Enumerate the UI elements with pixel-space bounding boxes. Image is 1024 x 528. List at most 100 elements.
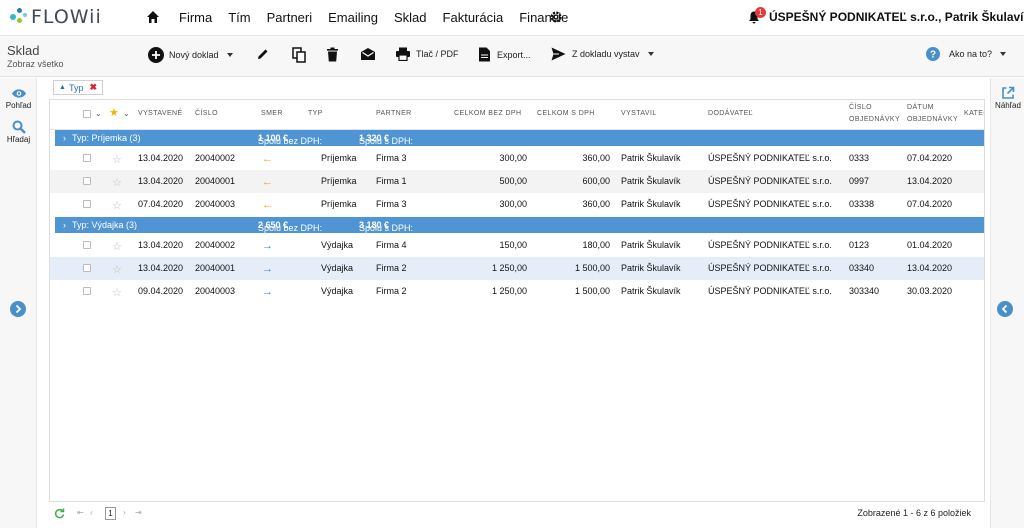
- group-header-vydajka[interactable]: › Typ: Výdajka (3) Spolu bez DPH: 2 650 …: [55, 217, 984, 233]
- remove-filter-icon[interactable]: ✖: [89, 82, 97, 93]
- star-icon[interactable]: ☆: [112, 176, 122, 189]
- refresh-icon[interactable]: [54, 508, 65, 519]
- print-pdf-button[interactable]: Tlač / PDF: [395, 47, 459, 61]
- print-pdf-label: Tlač / PDF: [416, 49, 459, 59]
- search-toggle[interactable]: Hľadaj: [0, 120, 37, 144]
- group-label: Typ: Príjemka (3): [72, 133, 141, 143]
- right-sidebar: Náhľad: [990, 78, 1024, 528]
- top-navigation: FLOWii Firma Tím Partneri Emailing Sklad…: [0, 0, 1024, 36]
- nav-sklad[interactable]: Sklad: [394, 10, 427, 25]
- plus-circle-icon: [148, 47, 164, 63]
- col-order-number-line2: OBJEDNÁVKY: [849, 116, 901, 123]
- star-filter-icon[interactable]: ★: [109, 107, 119, 119]
- table-footer: ⇤ ‹ 1 › ⇥ Zobrazené 1 - 6 z 6 položiek: [49, 502, 985, 526]
- group-sum-vat-label: Spolu s DPH:: [359, 136, 414, 146]
- row-checkbox[interactable]: [83, 154, 91, 162]
- cell-partner: Firma 3: [376, 153, 407, 163]
- star-icon[interactable]: ☆: [112, 153, 122, 166]
- table-row[interactable]: ☆ 13.04.2020 20040002 → Výdajka Firma 4 …: [50, 234, 984, 257]
- cell-type: Príjemka: [321, 153, 357, 163]
- col-partner[interactable]: PARTNER: [376, 108, 412, 120]
- table-row[interactable]: ☆ 07.04.2020 20040003 ← Príjemka Firma 3…: [50, 193, 984, 216]
- row-checkbox[interactable]: [83, 264, 91, 272]
- home-icon[interactable]: [146, 10, 160, 24]
- last-page-icon[interactable]: ⇥: [135, 508, 142, 517]
- cell-total-no-vat: 300,00: [499, 199, 527, 209]
- pencil-icon: [258, 49, 268, 59]
- filter-chip-typ[interactable]: ▲ Typ ✖: [53, 80, 103, 95]
- row-checkbox[interactable]: [83, 241, 91, 249]
- cell-issued: 09.04.2020: [138, 286, 184, 296]
- preview-toggle[interactable]: Náhľad: [991, 86, 1024, 110]
- new-document-button[interactable]: Nový doklad: [148, 47, 233, 63]
- view-toggle[interactable]: Pohľad: [0, 88, 37, 110]
- email-button[interactable]: [360, 47, 376, 61]
- expand-left-panel-button[interactable]: [10, 301, 26, 317]
- select-all-checkbox[interactable]: [83, 110, 91, 118]
- cell-order-date: 07.04.2020: [907, 199, 953, 209]
- copy-button[interactable]: [292, 47, 306, 63]
- col-order-date[interactable]: DÁTUM OBJEDNÁVKY: [907, 102, 958, 126]
- row-checkbox[interactable]: [83, 200, 91, 208]
- table-row[interactable]: ☆ 13.04.2020 20040002 ← Príjemka Firma 3…: [50, 147, 984, 170]
- nav-emailing[interactable]: Emailing: [328, 10, 378, 25]
- col-supplier[interactable]: DODÁVATEĽ: [708, 108, 753, 120]
- col-total-vat[interactable]: CELKOM S DPH: [537, 108, 595, 120]
- col-issued[interactable]: VYSTAVENÉ: [138, 108, 183, 120]
- notification-badge: 1: [755, 7, 766, 18]
- col-number[interactable]: ČÍSLO: [195, 108, 218, 120]
- table-row[interactable]: ☆ 13.04.2020 20040001 ← Príjemka Firma 1…: [50, 170, 984, 193]
- row-checkbox[interactable]: [83, 287, 91, 295]
- arrow-left-icon: ←: [262, 153, 273, 165]
- nav-fakturacia[interactable]: Fakturácia: [443, 10, 504, 25]
- edit-button[interactable]: [256, 47, 270, 61]
- prev-page-icon[interactable]: ‹: [90, 508, 93, 517]
- star-icon[interactable]: ☆: [112, 286, 122, 299]
- page-title: Sklad: [7, 43, 40, 58]
- nav-firma[interactable]: Firma: [179, 10, 212, 25]
- star-icon[interactable]: ☆: [112, 263, 122, 276]
- group-header-prijemka[interactable]: › Typ: Príjemka (3) Spolu bez DPH: 1 100…: [55, 130, 984, 146]
- group-sum-vat: Spolu s DPH: 3 180 €: [359, 220, 413, 233]
- cell-number: 20040002: [195, 153, 236, 163]
- logo[interactable]: FLOWii: [8, 6, 102, 28]
- current-page[interactable]: 1: [105, 507, 116, 520]
- chevron-right-icon: ›: [63, 133, 66, 143]
- table-row[interactable]: ☆ 13.04.2020 20040001 → Výdajka Firma 2 …: [50, 257, 984, 280]
- col-direction[interactable]: SMER: [261, 108, 283, 120]
- star-icon[interactable]: ☆: [112, 240, 122, 253]
- export-button[interactable]: Export...: [478, 47, 531, 62]
- col-issued-by[interactable]: VYSTAVIL: [621, 108, 657, 120]
- trash-icon: [327, 47, 338, 62]
- col-category[interactable]: KATEG: [964, 108, 984, 120]
- chevron-down-icon[interactable]: ⌄: [123, 108, 130, 120]
- nav-tim[interactable]: Tím: [228, 10, 250, 25]
- toolbar: Sklad Zobraz všetko Nový doklad Tlač / P…: [0, 37, 1024, 77]
- cell-total-no-vat: 1 250,00: [491, 286, 527, 296]
- search-icon: [12, 120, 26, 134]
- cell-number: 20040001: [195, 176, 236, 186]
- table-row[interactable]: ☆ 09.04.2020 20040003 → Výdajka Firma 2 …: [50, 280, 984, 303]
- nav-partneri[interactable]: Partneri: [267, 10, 313, 25]
- cell-total-no-vat: 150,00: [499, 240, 527, 250]
- expand-right-panel-button[interactable]: [997, 301, 1013, 317]
- company-user-menu[interactable]: ÚSPEŠNÝ PODNIKATEĽ s.r.o., Patrik Škulav…: [769, 10, 1024, 24]
- first-page-icon[interactable]: ⇤: [77, 508, 84, 517]
- delete-button[interactable]: [326, 47, 339, 62]
- chevron-down-icon[interactable]: ⌄: [95, 108, 102, 120]
- gear-icon[interactable]: [549, 10, 563, 24]
- row-checkbox[interactable]: [83, 177, 91, 185]
- issue-from-document-label: Z dokladu vystav: [572, 49, 640, 59]
- col-type[interactable]: TYP: [308, 108, 323, 120]
- col-total-no-vat[interactable]: CELKOM BEZ DPH: [454, 108, 521, 120]
- next-page-icon[interactable]: ›: [123, 508, 126, 517]
- help-button[interactable]: ? Ako na to?: [926, 47, 1007, 61]
- cell-total-vat: 360,00: [582, 199, 610, 209]
- star-icon[interactable]: ☆: [112, 199, 122, 212]
- cell-partner: Firma 4: [376, 240, 407, 250]
- group-sum-no-vat-label: Spolu bez DPH:: [258, 223, 323, 233]
- issue-from-document-button[interactable]: Z dokladu vystav: [551, 47, 654, 61]
- copy-icon: [292, 47, 306, 63]
- col-order-number[interactable]: ČÍSLO OBJEDNÁVKY: [849, 102, 900, 126]
- cell-issued-by: Patrik Škulavík: [621, 240, 681, 250]
